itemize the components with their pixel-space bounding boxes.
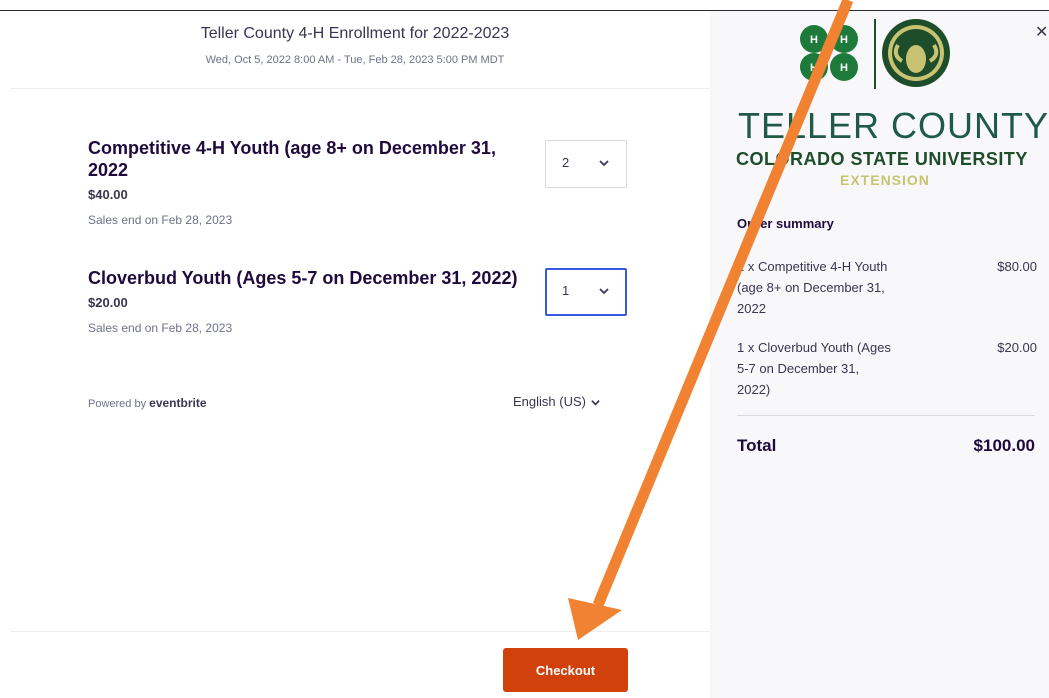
powered-by: Powered by eventbrite [88,396,207,410]
svg-text:H: H [810,34,818,46]
close-icon[interactable]: ✕ [1035,25,1048,41]
event-title: Teller County 4-H Enrollment for 2022-20… [200,25,510,42]
chevron-down-icon [599,288,609,295]
csu-ram-logo-icon [882,19,950,87]
quantity-value: 2 [562,155,570,170]
quantity-value: 1 [562,283,570,298]
logo-extension: EXTENSION [840,172,930,188]
chevron-down-icon [599,160,609,167]
chevron-down-icon [591,400,600,406]
ticket-name: Competitive 4-H Youth (age 8+ on Decembe… [88,138,496,180]
event-dates: Wed, Oct 5, 2022 8:00 AM - Tue, Feb 28, … [205,54,505,66]
summary-item-amount: $80.00 [997,259,1037,274]
summary-line-item: 2 x Competitive 4-H Youth (age 8+ on Dec… [737,256,1037,319]
extension-logo: H H H H [800,19,950,89]
eventbrite-link[interactable]: eventbrite [149,396,206,410]
four-h-clover-icon: H H H H [800,25,858,81]
summary-line-item: 1 x Cloverbud Youth (Ages 5-7 on Decembe… [737,337,1037,400]
summary-item-desc: 1 x Cloverbud Youth (Ages 5-7 on Decembe… [737,340,891,397]
quantity-select-competitive[interactable]: 2 [545,140,627,188]
ticket-selection-panel: Teller County 4-H Enrollment for 2022-20… [0,11,710,698]
summary-item-desc: 2 x Competitive 4-H Youth (age 8+ on Dec… [737,259,888,316]
powered-prefix: Powered by [88,398,147,410]
logo-county: TELLER COUNTY [738,105,1049,146]
ticket-name: Cloverbud Youth (Ages 5-7 on December 31… [88,268,518,288]
svg-text:H: H [810,62,818,74]
footer-divider [10,631,710,632]
ticket-price: $40.00 [88,187,128,202]
summary-divider [737,415,1035,416]
total-label: Total [737,436,777,455]
summary-item-amount: $20.00 [997,340,1037,355]
language-label: English (US) [513,394,586,409]
svg-text:H: H [840,62,848,74]
ticket-sales-end: Sales end on Feb 28, 2023 [88,321,233,335]
ticket-sales-end: Sales end on Feb 28, 2023 [88,213,233,227]
logo-university: COLORADO STATE UNIVERSITY [736,149,1028,169]
order-summary-title: Order summary [737,216,834,231]
order-summary-sidebar: H H H H ✕ TELLER COUNTY COLORADO STATE U… [710,11,1049,698]
total-amount: $100.00 [973,436,1035,455]
language-selector[interactable]: English (US) [513,394,601,409]
svg-text:H: H [840,34,848,46]
header-divider [10,88,710,89]
checkout-button[interactable]: Checkout [503,648,628,692]
quantity-select-cloverbud[interactable]: 1 [545,268,627,316]
